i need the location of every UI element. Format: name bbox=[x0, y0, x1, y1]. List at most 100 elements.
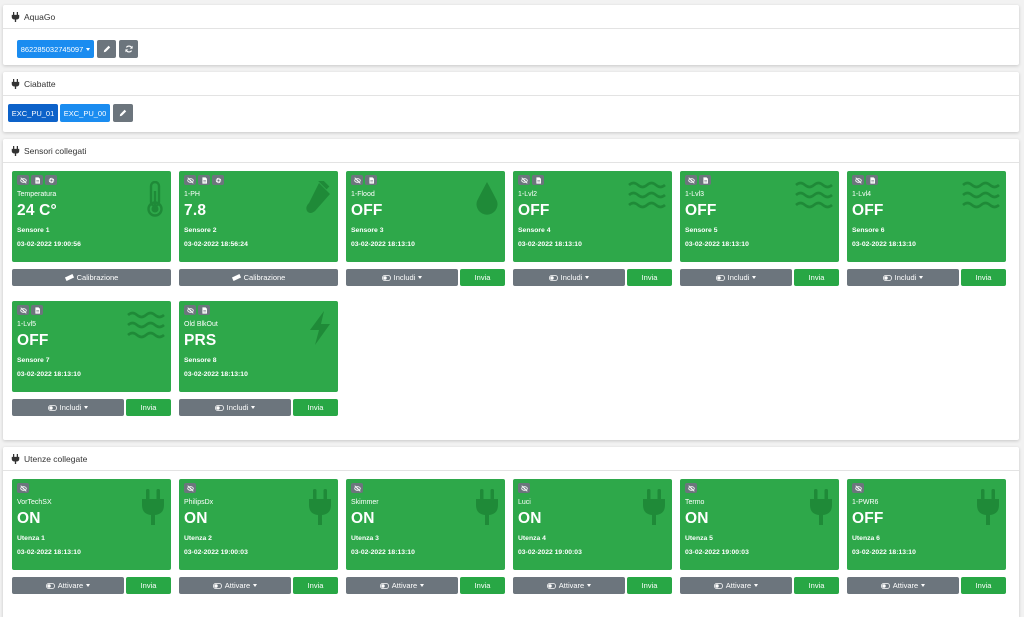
eye-slash-icon bbox=[353, 484, 361, 492]
send-button[interactable]: Invia bbox=[794, 269, 839, 286]
tile-label: Sensore 4 bbox=[518, 227, 551, 234]
send-button[interactable]: Invia bbox=[627, 269, 672, 286]
send-button[interactable]: Invia bbox=[293, 577, 338, 594]
eye-slash-icon bbox=[687, 176, 695, 184]
activate-dropdown-button[interactable]: Attivare bbox=[513, 577, 625, 594]
tile-tools bbox=[518, 175, 544, 185]
eye-slash-toggle-button[interactable] bbox=[351, 175, 363, 185]
file-toggle-button[interactable] bbox=[866, 175, 878, 185]
file-toggle-button[interactable] bbox=[532, 175, 544, 185]
pencil-icon bbox=[119, 109, 127, 117]
tile-label: Sensore 8 bbox=[184, 357, 217, 364]
tile-value: OFF bbox=[852, 202, 884, 219]
tile-tools bbox=[685, 483, 697, 493]
chevron-down-icon bbox=[86, 47, 91, 51]
send-button[interactable]: Invia bbox=[961, 577, 1006, 594]
activate-dropdown-button[interactable]: Attivare bbox=[12, 577, 124, 594]
tile-name: 1-Lvl5 bbox=[17, 321, 37, 328]
tile-label: Utenza 3 bbox=[351, 535, 379, 542]
tile-timestamp: 03-02-2022 18:13:10 bbox=[685, 241, 749, 248]
eye-slash-toggle-button[interactable] bbox=[518, 175, 530, 185]
ciabatta-button-exc-pu-01[interactable]: EXC_PU_01 bbox=[8, 104, 58, 122]
ciabatta-button-exc-pu-00[interactable]: EXC_PU_00 bbox=[60, 104, 110, 122]
tile-value: ON bbox=[351, 510, 375, 527]
eye-slash-toggle-button[interactable] bbox=[685, 483, 697, 493]
tile-label: Utenza 5 bbox=[685, 535, 713, 542]
eye-slash-toggle-button[interactable] bbox=[17, 175, 29, 185]
activate-dropdown-button[interactable]: Attivare bbox=[346, 577, 458, 594]
tile-timestamp: 03-02-2022 18:13:10 bbox=[184, 371, 248, 378]
eye-slash-toggle-button[interactable] bbox=[184, 483, 196, 493]
include-dropdown-button[interactable]: Includi bbox=[847, 269, 959, 286]
tile-timestamp: 03-02-2022 19:00:56 bbox=[17, 241, 81, 248]
tile-name: Temperatura bbox=[17, 191, 57, 198]
plug-icon bbox=[11, 145, 20, 156]
gear-toggle-button[interactable] bbox=[212, 175, 224, 185]
file-toggle-button[interactable] bbox=[31, 305, 43, 315]
tile-tools bbox=[852, 483, 864, 493]
calibrate-button[interactable]: Calibrazione bbox=[179, 269, 338, 286]
include-dropdown-button[interactable]: Includi bbox=[513, 269, 625, 286]
chevron-down-icon bbox=[921, 584, 926, 587]
eye-slash-toggle-button[interactable] bbox=[685, 175, 697, 185]
utenze-panel: Utenze collegate VorTechSX ON Utenza 1 03-0… bbox=[3, 447, 1019, 617]
include-dropdown-button[interactable]: Includi bbox=[346, 269, 458, 286]
file-toggle-button[interactable] bbox=[699, 175, 711, 185]
tile-label: Utenza 2 bbox=[184, 535, 212, 542]
eye-slash-icon bbox=[520, 176, 528, 184]
dropdown-label: Includi bbox=[59, 403, 82, 412]
aquago-panel: AquaGo 862285032745097 bbox=[3, 5, 1019, 65]
file-toggle-button[interactable] bbox=[31, 175, 43, 185]
tile-value: ON bbox=[184, 510, 208, 527]
send-button[interactable]: Invia bbox=[126, 399, 171, 416]
activate-dropdown-button[interactable]: Attivare bbox=[680, 577, 792, 594]
chevron-down-icon bbox=[86, 584, 91, 587]
chevron-down-icon bbox=[251, 406, 256, 409]
eye-slash-toggle-button[interactable] bbox=[852, 175, 864, 185]
device-select-button[interactable]: 862285032745097 bbox=[17, 40, 94, 58]
eye-slash-toggle-button[interactable] bbox=[17, 305, 29, 315]
file-toggle-button[interactable] bbox=[198, 305, 210, 315]
send-button[interactable]: Invia bbox=[126, 577, 171, 594]
include-dropdown-button[interactable]: Includi bbox=[12, 399, 124, 416]
send-button[interactable]: Invia bbox=[961, 269, 1006, 286]
tile-tools bbox=[17, 305, 43, 315]
include-dropdown-button[interactable]: Includi bbox=[680, 269, 792, 286]
chevron-down-icon bbox=[754, 584, 759, 587]
activate-dropdown-button[interactable]: Attivare bbox=[847, 577, 959, 594]
include-dropdown-button[interactable]: Includi bbox=[179, 399, 291, 416]
tile-tools bbox=[351, 483, 363, 493]
edit-ciabatte-button[interactable] bbox=[113, 104, 133, 122]
tile-label: Utenza 4 bbox=[518, 535, 546, 542]
file-toggle-button[interactable] bbox=[198, 175, 210, 185]
tile-card: 1-Flood OFF Sensore 3 03-02-2022 18:13:10 bbox=[346, 171, 505, 262]
calibrate-button[interactable]: Calibrazione bbox=[12, 269, 171, 286]
eye-slash-toggle-button[interactable] bbox=[351, 483, 363, 493]
sensori-title: Sensori collegati bbox=[24, 145, 87, 156]
file-icon bbox=[535, 176, 541, 184]
activate-dropdown-button[interactable]: Attivare bbox=[179, 577, 291, 594]
eye-slash-toggle-button[interactable] bbox=[184, 175, 196, 185]
gear-toggle-button[interactable] bbox=[45, 175, 57, 185]
bolt-icon bbox=[308, 311, 332, 350]
eye-slash-toggle-button[interactable] bbox=[852, 483, 864, 493]
eye-slash-icon bbox=[186, 484, 194, 492]
send-button[interactable]: Invia bbox=[293, 399, 338, 416]
send-button[interactable]: Invia bbox=[794, 577, 839, 594]
tile-card: Termo ON Utenza 5 03-02-2022 19:00:03 bbox=[680, 479, 839, 570]
file-toggle-button[interactable] bbox=[365, 175, 377, 185]
refresh-button[interactable] bbox=[119, 40, 138, 58]
send-button[interactable]: Invia bbox=[460, 577, 505, 594]
tile-value: PRS bbox=[184, 332, 217, 349]
edit-device-button[interactable] bbox=[97, 40, 116, 58]
send-button[interactable]: Invia bbox=[627, 577, 672, 594]
send-button[interactable]: Invia bbox=[460, 269, 505, 286]
tile-label: Sensore 5 bbox=[685, 227, 718, 234]
drop-icon bbox=[475, 181, 499, 220]
eye-slash-icon bbox=[353, 176, 361, 184]
eye-slash-toggle-button[interactable] bbox=[17, 483, 29, 493]
eye-slash-toggle-button[interactable] bbox=[184, 305, 196, 315]
eye-slash-toggle-button[interactable] bbox=[518, 483, 530, 493]
tile-card: Luci ON Utenza 4 03-02-2022 19:00:03 bbox=[513, 479, 672, 570]
plug-icon bbox=[976, 489, 1000, 530]
